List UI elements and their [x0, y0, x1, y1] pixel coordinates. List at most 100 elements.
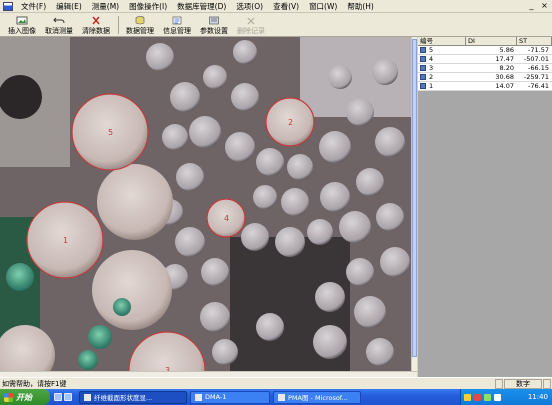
cell-di: 17.47	[495, 55, 514, 63]
status-cell	[543, 378, 551, 389]
undo-icon	[53, 17, 65, 24]
table-row[interactable]: 3 8.20 -66.15	[418, 64, 552, 73]
taskbar-item-word[interactable]: PMA图 - Microsof...	[273, 390, 361, 404]
cell-id-text: 1	[429, 82, 434, 90]
delete-record-button[interactable]: 删除记录	[233, 14, 269, 36]
task-label: DMA-1	[205, 393, 227, 401]
row-marker-icon[interactable]	[420, 74, 426, 80]
table-row[interactable]: 4 17.47 -507.01	[418, 55, 552, 64]
clear-icon	[92, 16, 100, 25]
menu-edit[interactable]: 编辑(E)	[51, 1, 87, 12]
cell-id: 5	[418, 46, 466, 54]
quick-launch-icon[interactable]	[64, 393, 72, 401]
database-management-button[interactable]: 数据管理	[122, 14, 158, 36]
toolbar: 插入图像 取消测量 清除数据 数据管理 信息管理 参数设置 删除记录	[0, 13, 552, 37]
menu-image-ops[interactable]: 图像操作(I)	[124, 1, 172, 12]
cell-di: 30.68	[495, 73, 514, 81]
column-header-id[interactable]: 编号	[418, 37, 466, 45]
fiber-micrograph[interactable]: 52413	[0, 37, 411, 371]
insert-image-icon	[16, 16, 28, 25]
status-help-text: 如需帮助，请按F1键	[2, 379, 67, 388]
row-marker-icon[interactable]	[420, 65, 426, 71]
menu-window[interactable]: 窗口(W)	[304, 1, 342, 12]
system-tray: 11:40	[460, 389, 552, 405]
parameter-settings-button[interactable]: 参数设置	[196, 14, 232, 36]
scrollbar-thumb[interactable]	[412, 39, 417, 357]
database-icon	[135, 16, 145, 25]
quick-launch	[54, 393, 76, 401]
taskbar-item-dma[interactable]: DMA-1	[190, 390, 270, 404]
taskbar-item-fiber-app[interactable]: 纤维截面形状度显...	[79, 390, 187, 404]
menu-options[interactable]: 选项(O)	[231, 1, 268, 12]
cell-id-text: 2	[429, 73, 434, 81]
start-label: 开始	[16, 392, 32, 402]
tray-icon[interactable]	[494, 393, 501, 401]
menu-view[interactable]: 查看(V)	[268, 1, 304, 12]
cell-id: 1	[418, 82, 466, 90]
cell-id-text: 4	[429, 55, 434, 63]
cell-di: 5.86	[499, 46, 514, 54]
cell-st: -507.01	[523, 55, 549, 63]
info-management-button[interactable]: 信息管理	[159, 14, 195, 36]
start-button[interactable]: 开始	[0, 389, 50, 405]
numlock-indicator: 数字	[504, 378, 542, 389]
image-viewport[interactable]: 52413	[0, 37, 417, 377]
column-header-di[interactable]: DI	[466, 37, 517, 45]
parameter-settings-label: 参数设置	[200, 27, 228, 35]
stained-cell	[88, 325, 112, 349]
cancel-measure-label: 取消测量	[45, 27, 73, 35]
fiber-label: 1	[63, 236, 68, 245]
large-fiber	[97, 164, 173, 240]
row-marker-icon[interactable]	[420, 47, 426, 53]
table-row[interactable]: 5 5.86 -71.57	[418, 46, 552, 55]
dark-cell	[0, 75, 42, 119]
task-label: PMA图 - Microsof...	[288, 394, 348, 402]
app-icon[interactable]	[3, 1, 13, 11]
menu-file[interactable]: 文件(F)	[16, 1, 51, 12]
tray-icon[interactable]	[464, 393, 471, 401]
vertical-scrollbar[interactable]	[411, 37, 417, 371]
stained-cell	[78, 350, 98, 370]
task-label: 纤维截面形状度显...	[94, 394, 153, 402]
row-marker-icon[interactable]	[420, 56, 426, 62]
settings-icon	[209, 16, 219, 25]
row-marker-icon[interactable]	[420, 83, 426, 89]
clock: 11:40	[527, 393, 548, 401]
insert-image-button[interactable]: 插入图像	[4, 14, 40, 36]
cell-st: -66.15	[528, 64, 549, 72]
quick-launch-icon[interactable]	[54, 393, 62, 401]
measurement-table: 编号 DI ST 5 5.86 -71.57 4 17.47 -507.01 3 8.20 -6…	[418, 37, 552, 377]
folder-icon	[195, 393, 202, 401]
cell-st: -71.57	[528, 46, 549, 54]
windows-logo-icon	[4, 392, 13, 402]
clear-data-button[interactable]: 清除数据	[78, 14, 114, 36]
menu-help[interactable]: 帮助(H)	[342, 1, 379, 12]
status-cell	[495, 378, 503, 389]
table-header: 编号 DI ST	[418, 37, 552, 46]
close-button[interactable]: ×	[539, 1, 550, 11]
fiber-label: 5	[108, 128, 113, 137]
minimize-button[interactable]: _	[526, 1, 537, 11]
table-row[interactable]: 1 14.07 -76.41	[418, 82, 552, 91]
column-header-st[interactable]: ST	[517, 37, 552, 45]
cell-id: 3	[418, 64, 466, 72]
stained-cell	[113, 298, 131, 316]
fiber-label: 2	[288, 118, 293, 127]
menu-measure[interactable]: 测量(M)	[87, 1, 124, 12]
app-window-icon	[84, 393, 91, 401]
cell-di: 8.20	[499, 64, 514, 72]
toolbar-separator	[118, 16, 119, 34]
table-row[interactable]: 2 30.68 -259.71	[418, 73, 552, 82]
menu-database[interactable]: 数据库管理(D)	[172, 1, 231, 12]
status-bar: 如需帮助，请按F1键 数字	[0, 377, 552, 389]
table-body: 5 5.86 -71.57 4 17.47 -507.01 3 8.20 -66.15 2 30.6…	[418, 46, 552, 91]
cell-di: 14.07	[495, 82, 514, 90]
insert-image-label: 插入图像	[8, 27, 36, 35]
tray-icon[interactable]	[484, 393, 491, 401]
large-fiber	[92, 250, 172, 330]
tray-icon[interactable]	[474, 393, 481, 401]
stained-cell	[6, 263, 34, 291]
info-icon	[172, 16, 182, 25]
cell-st: -76.41	[528, 82, 549, 90]
cancel-measure-button[interactable]: 取消测量	[41, 14, 77, 36]
